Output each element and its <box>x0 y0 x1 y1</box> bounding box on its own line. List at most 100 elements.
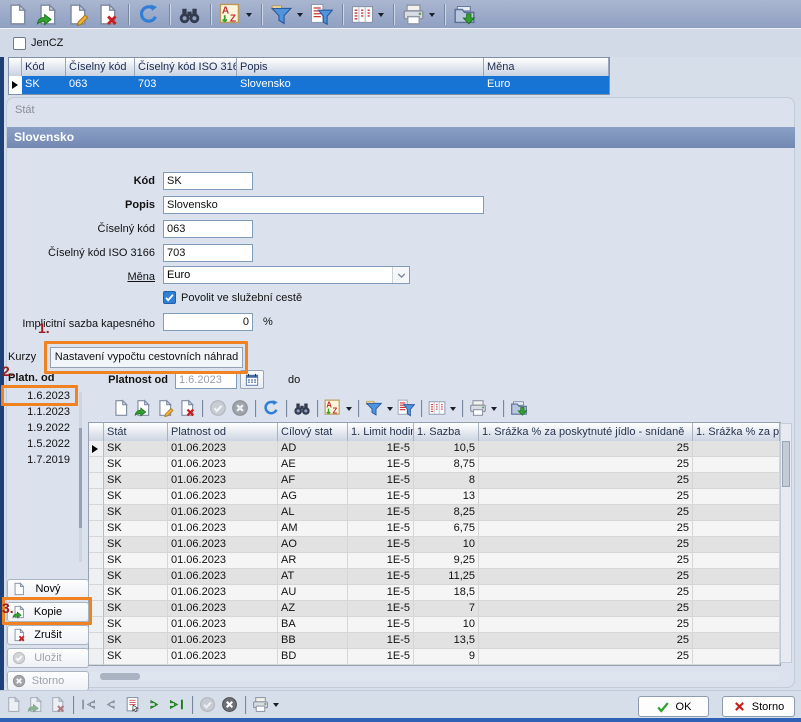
tab-nastaveni-nahrad[interactable]: Nastavení vypočtu cestovních náhrad <box>50 347 243 368</box>
dropdown-arrow-icon[interactable] <box>387 407 393 414</box>
validity-item[interactable]: 1.9.2022 <box>2 420 74 436</box>
table-row[interactable]: SK01.06.2023BB1E-513,525 <box>89 633 780 649</box>
columns-button[interactable] <box>351 3 384 26</box>
jencz-checkbox[interactable] <box>13 37 26 50</box>
new-record-button[interactable] <box>5 696 22 713</box>
table-row[interactable]: SK01.06.2023AO1E-51025 <box>89 537 780 553</box>
table-row[interactable]: SK063703SlovenskoEuro <box>9 76 609 94</box>
refresh-button[interactable] <box>262 399 280 417</box>
mena-dropdown-button[interactable] <box>392 267 409 283</box>
table-row[interactable]: SK01.06.2023AD1E-510,525 <box>89 441 780 457</box>
dropdown-arrow-icon[interactable] <box>450 407 456 414</box>
first-record-button[interactable] <box>80 696 97 713</box>
ok-button[interactable]: OK <box>638 696 709 717</box>
column-header[interactable]: Stát <box>104 423 168 441</box>
table-row[interactable]: SK01.06.2023AG1E-51325 <box>89 489 780 505</box>
column-header[interactable]: Číselný kód <box>66 58 135 76</box>
filter-advanced-button[interactable] <box>397 399 415 417</box>
column-header[interactable]: 1. Limit hodin <box>348 423 414 441</box>
dropdown-arrow-icon[interactable] <box>491 407 497 414</box>
rates-grid-vscrollbar-thumb[interactable] <box>782 441 790 487</box>
table-row[interactable]: SK01.06.2023AM1E-56,7525 <box>89 521 780 537</box>
print-button[interactable] <box>252 696 279 713</box>
column-header[interactable]: 1. Srážka % za poskytnuté jídlo - snídan… <box>479 423 693 441</box>
validity-item[interactable]: 1.6.2023 <box>2 388 74 404</box>
print-button[interactable] <box>402 3 435 26</box>
dropdown-arrow-icon[interactable] <box>429 13 435 20</box>
edit-record-button[interactable] <box>66 3 89 26</box>
dropdown-arrow-icon[interactable] <box>378 13 384 20</box>
column-header[interactable]: Kód <box>22 58 66 76</box>
column-header[interactable]: Cílový stat <box>278 423 348 441</box>
dropdown-arrow-icon[interactable] <box>346 407 352 414</box>
dropdown-arrow-icon[interactable] <box>273 703 279 710</box>
new-button[interactable]: Nový <box>7 579 89 599</box>
povolit-checkbox[interactable] <box>163 291 176 304</box>
table-row[interactable]: SK01.06.2023AT1E-511,2525 <box>89 569 780 585</box>
kapesne-input[interactable] <box>163 313 253 331</box>
edit-rate-button[interactable] <box>156 399 174 417</box>
export-button[interactable] <box>510 399 528 417</box>
storno-button[interactable]: Storno <box>722 696 795 717</box>
copy-record-button[interactable] <box>36 3 59 26</box>
copy-button[interactable]: Kopie <box>7 602 89 622</box>
dropdown-arrow-icon[interactable] <box>297 13 303 20</box>
table-row[interactable]: SK01.06.2023AL1E-58,2525 <box>89 505 780 521</box>
accept-button[interactable] <box>209 399 227 417</box>
delete-record-button[interactable] <box>49 696 66 713</box>
copy-rate-button[interactable] <box>134 399 152 417</box>
storno-button[interactable]: Storno <box>7 671 89 691</box>
column-header[interactable]: Popis <box>237 58 484 76</box>
save-button[interactable]: Uložit <box>7 648 89 668</box>
sort-button[interactable] <box>219 3 252 26</box>
delete-rate-button[interactable] <box>178 399 196 417</box>
filter-advanced-button[interactable] <box>310 3 333 26</box>
mena-combobox-input[interactable] <box>164 267 392 283</box>
rates-grid-hscrollbar-thumb[interactable] <box>100 673 140 680</box>
table-row[interactable]: SK01.06.2023AE1E-58,7525 <box>89 457 780 473</box>
column-header[interactable]: Číselný kód ISO 3166 <box>135 58 237 76</box>
table-row[interactable]: SK01.06.2023AU1E-518,525 <box>89 585 780 601</box>
refresh-button[interactable] <box>137 3 160 26</box>
table-row[interactable]: SK01.06.2023AR1E-59,2525 <box>89 553 780 569</box>
kod-input[interactable] <box>163 172 253 190</box>
accept-button[interactable] <box>199 696 216 713</box>
column-header[interactable]: 1. Srážka % za pos <box>693 423 780 441</box>
column-header[interactable] <box>89 423 104 441</box>
mena-combobox[interactable] <box>163 266 410 284</box>
column-header[interactable] <box>9 58 22 76</box>
print-button[interactable] <box>469 399 497 417</box>
cancel-button[interactable] <box>221 696 238 713</box>
table-row[interactable]: SK01.06.2023AF1E-5825 <box>89 473 780 489</box>
ciselny-kod-input[interactable] <box>163 220 253 238</box>
cancel-button[interactable] <box>231 399 249 417</box>
tab-kurzy[interactable]: Kurzy <box>8 351 36 363</box>
table-row[interactable]: SK01.06.2023BD1E-5925 <box>89 649 780 665</box>
validity-list-header[interactable]: Platn. od <box>8 372 54 384</box>
iso-input[interactable] <box>163 244 253 262</box>
search-button[interactable] <box>178 3 201 26</box>
dropdown-arrow-icon[interactable] <box>246 13 252 20</box>
delete-button[interactable]: Zrušit <box>7 625 89 645</box>
last-record-button[interactable] <box>168 696 185 713</box>
column-header[interactable]: Platnost od <box>168 423 278 441</box>
table-row[interactable]: SK01.06.2023BA1E-51025 <box>89 617 780 633</box>
copy-record-button[interactable] <box>27 696 44 713</box>
column-header[interactable]: 1. Sazba <box>414 423 479 441</box>
new-record-button[interactable] <box>6 3 29 26</box>
validity-scrollbar-thumb[interactable] <box>79 428 82 528</box>
platnost-od-input[interactable] <box>175 371 237 389</box>
rates-grid-hscrollbar[interactable] <box>88 672 779 681</box>
column-header[interactable]: Měna <box>484 58 609 76</box>
filter-button[interactable] <box>270 3 303 26</box>
prev-record-button[interactable] <box>102 696 119 713</box>
sort-button[interactable] <box>324 399 352 417</box>
validity-item[interactable]: 1.1.2023 <box>2 404 74 420</box>
export-button[interactable] <box>453 3 476 26</box>
validity-item[interactable]: 1.5.2022 <box>2 436 74 452</box>
popis-input[interactable] <box>163 196 484 214</box>
new-rate-button[interactable] <box>112 399 130 417</box>
validity-item[interactable]: 1.7.2019 <box>2 452 74 468</box>
record-list-button[interactable] <box>124 696 141 713</box>
mena-label[interactable]: Měna <box>5 268 155 286</box>
